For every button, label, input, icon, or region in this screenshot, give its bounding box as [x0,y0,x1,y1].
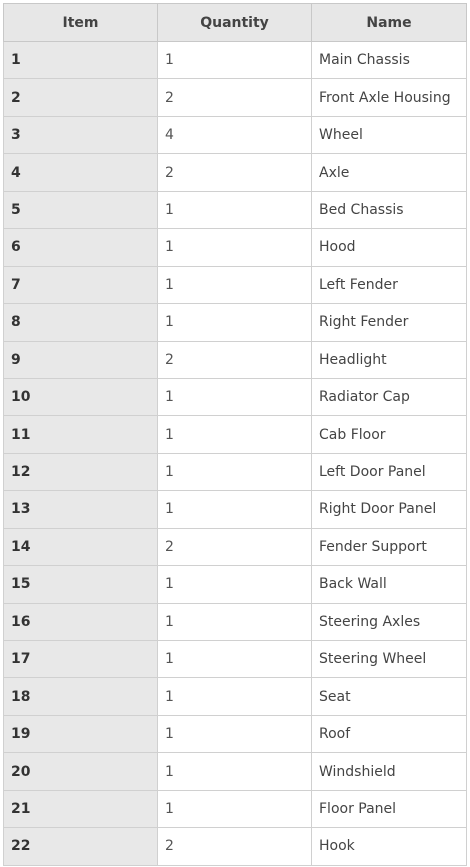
part-name-cell: Seat [311,677,467,716]
table-body: 1 1 Main Chassis 2 2 Front Axle Housing 3 4 Whee… [3,40,467,866]
quantity-cell: 1 [157,752,312,791]
part-name-cell: Wheel [311,115,467,155]
part-name-cell: Right Door Panel [311,490,467,529]
part-name-cell: Windshield [311,752,467,791]
table-row[interactable]: 17 1 Steering Wheel [3,639,467,679]
table-row[interactable]: 1 1 Main Chassis [3,40,467,80]
item-number-cell: 9 [3,340,158,379]
item-number-cell: 4 [3,153,158,192]
quantity-cell: 2 [157,153,312,192]
item-number-cell: 18 [3,677,158,716]
quantity-cell: 1 [157,452,312,492]
part-name-cell: Left Door Panel [311,452,467,492]
part-name-cell: Radiator Cap [311,377,467,417]
table-row[interactable]: 18 1 Seat [3,677,467,716]
quantity-cell: 1 [157,228,312,267]
table-row[interactable]: 16 1 Steering Axles [3,602,467,642]
item-number-cell: 6 [3,228,158,267]
item-number-cell: 5 [3,190,158,230]
quantity-cell: 1 [157,565,312,604]
item-number-cell: 3 [3,115,158,155]
table-row[interactable]: 4 2 Axle [3,153,467,192]
item-number-cell: 11 [3,415,158,454]
item-number-cell: 7 [3,265,158,305]
item-number-cell: 1 [3,40,158,80]
table-row[interactable]: 14 2 Fender Support [3,527,467,567]
item-number-cell: 16 [3,602,158,642]
quantity-cell: 2 [157,340,312,379]
table-header: Item Quantity Name [3,3,467,42]
table-row[interactable]: 22 2 Hook [3,827,467,866]
table-row[interactable]: 12 1 Left Door Panel [3,452,467,492]
part-name-cell: Headlight [311,340,467,379]
table-row[interactable]: 6 1 Hood [3,228,467,267]
part-name-cell: Roof [311,714,467,754]
table-row[interactable]: 21 1 Floor Panel [3,789,467,829]
item-number-cell: 22 [3,827,158,866]
quantity-cell: 1 [157,714,312,754]
item-number-cell: 19 [3,714,158,754]
item-number-cell: 20 [3,752,158,791]
part-name-cell: Cab Floor [311,415,467,454]
quantity-cell: 2 [157,827,312,866]
column-header-quantity[interactable]: Quantity [157,3,312,42]
quantity-cell: 1 [157,789,312,829]
item-number-cell: 12 [3,452,158,492]
quantity-cell: 1 [157,415,312,454]
table-row[interactable]: 5 1 Bed Chassis [3,190,467,230]
table-row[interactable]: 8 1 Right Fender [3,303,467,342]
table-row[interactable]: 2 2 Front Axle Housing [3,78,467,117]
table-row[interactable]: 9 2 Headlight [3,340,467,379]
bill-of-materials-table: Item Quantity Name 1 1 Main Chassis 2 2 Front… [3,3,467,866]
quantity-cell: 1 [157,377,312,417]
item-number-cell: 14 [3,527,158,567]
table-row[interactable]: 20 1 Windshield [3,752,467,791]
item-number-cell: 8 [3,303,158,342]
quantity-cell: 1 [157,303,312,342]
part-name-cell: Front Axle Housing [311,78,467,117]
quantity-cell: 1 [157,190,312,230]
table-row[interactable]: 7 1 Left Fender [3,265,467,305]
part-name-cell: Back Wall [311,565,467,604]
part-name-cell: Hook [311,827,467,866]
item-number-cell: 2 [3,78,158,117]
item-number-cell: 10 [3,377,158,417]
table-row[interactable]: 11 1 Cab Floor [3,415,467,454]
table-row[interactable]: 10 1 Radiator Cap [3,377,467,417]
quantity-cell: 4 [157,115,312,155]
item-number-cell: 13 [3,490,158,529]
quantity-cell: 1 [157,265,312,305]
part-name-cell: Hood [311,228,467,267]
part-name-cell: Axle [311,153,467,192]
table-row[interactable]: 3 4 Wheel [3,115,467,155]
item-number-cell: 21 [3,789,158,829]
part-name-cell: Main Chassis [311,40,467,80]
part-name-cell: Left Fender [311,265,467,305]
part-name-cell: Right Fender [311,303,467,342]
quantity-cell: 1 [157,677,312,716]
column-header-item[interactable]: Item [3,3,158,42]
part-name-cell: Steering Wheel [311,639,467,679]
table-row[interactable]: 19 1 Roof [3,714,467,754]
quantity-cell: 1 [157,490,312,529]
quantity-cell: 1 [157,40,312,80]
part-name-cell: Bed Chassis [311,190,467,230]
quantity-cell: 2 [157,78,312,117]
quantity-cell: 1 [157,602,312,642]
item-number-cell: 17 [3,639,158,679]
table-row[interactable]: 13 1 Right Door Panel [3,490,467,529]
quantity-cell: 2 [157,527,312,567]
quantity-cell: 1 [157,639,312,679]
column-header-name[interactable]: Name [311,3,467,42]
header-row: Item Quantity Name [3,3,467,42]
part-name-cell: Steering Axles [311,602,467,642]
part-name-cell: Floor Panel [311,789,467,829]
part-name-cell: Fender Support [311,527,467,567]
item-number-cell: 15 [3,565,158,604]
table-row[interactable]: 15 1 Back Wall [3,565,467,604]
